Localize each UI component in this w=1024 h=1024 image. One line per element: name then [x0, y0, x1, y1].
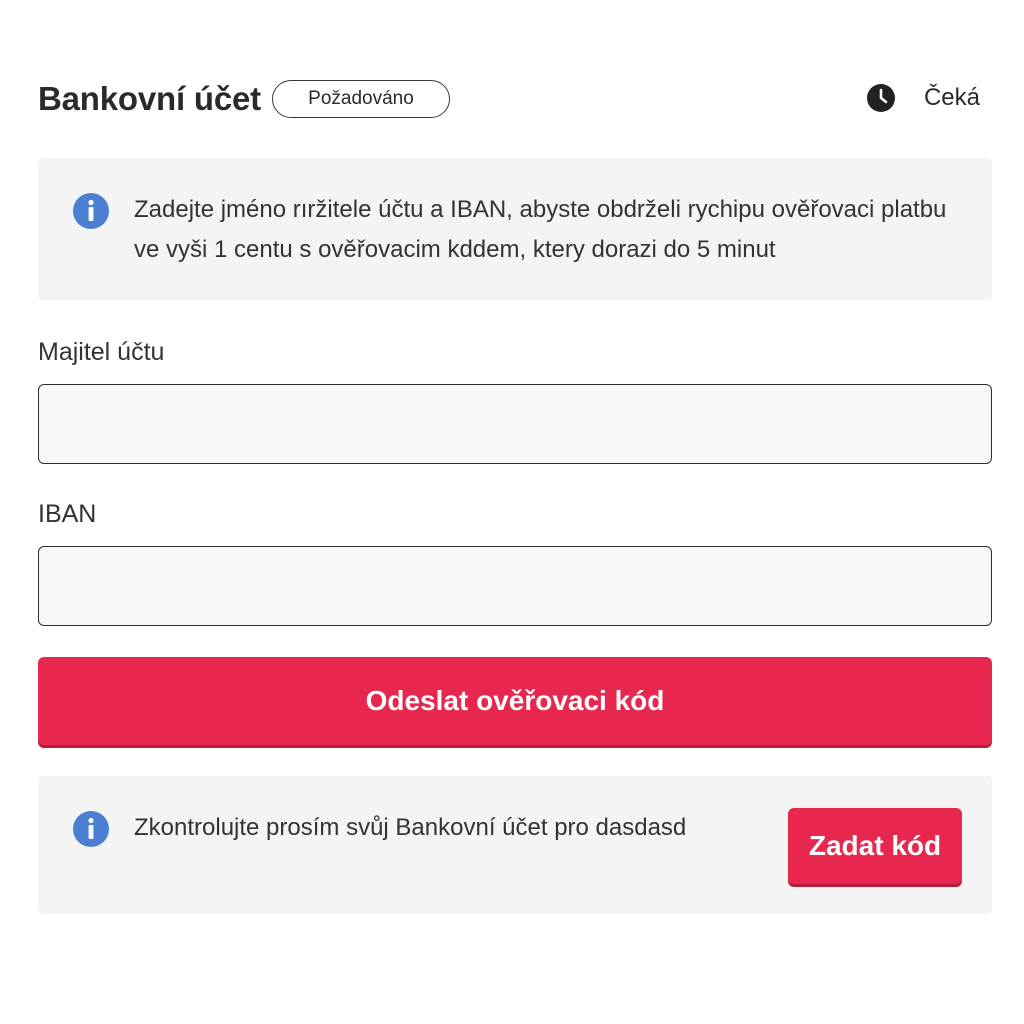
status-indicator: Čeká — [866, 80, 980, 116]
iban-input[interactable] — [38, 546, 992, 626]
bank-account-page: Bankovní účet Požadováno Čeká Zadejte jm… — [0, 0, 1024, 1024]
status-text: Čeká — [923, 84, 980, 111]
required-badge: Požadováno — [272, 80, 450, 118]
check-account-text: Zkontrolujte prosím svůj Bankovní účet p… — [134, 814, 687, 841]
info-panel-instructions: Zadejte jméno rıržitele účtu a IBAN, aby… — [38, 158, 992, 300]
account-owner-label: Majitel účtu — [38, 338, 165, 366]
info-icon — [73, 811, 109, 847]
clock-icon — [866, 84, 895, 112]
info-panel-check-account: Zkontrolujte prosím svůj Bankovní účet p… — [38, 776, 992, 914]
section-header: Bankovní účet Požadováno Čeká — [38, 78, 992, 122]
send-verification-code-button[interactable]: Odeslat ověřovaci kód — [38, 657, 992, 745]
iban-label: IBAN — [38, 500, 97, 528]
enter-code-button[interactable]: Zadat kód — [788, 808, 962, 884]
account-owner-input[interactable] — [38, 384, 992, 464]
info-icon — [73, 193, 109, 229]
instructions-text: Zadejte jméno rıržitele účtu a IBAN, aby… — [134, 196, 947, 263]
page-title: Bankovní účet — [38, 80, 261, 117]
